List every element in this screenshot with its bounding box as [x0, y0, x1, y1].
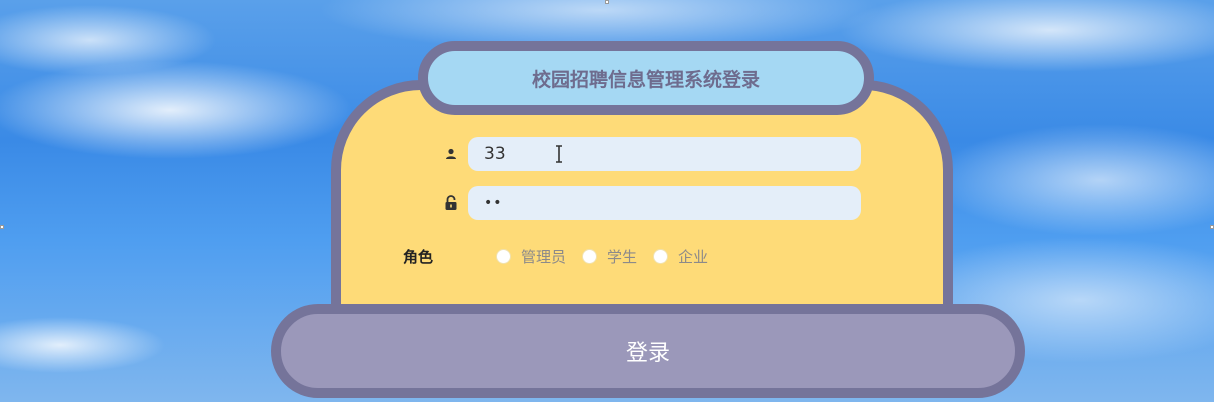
password-value: •• — [484, 195, 503, 211]
radio-button[interactable] — [582, 248, 598, 264]
role-row: 角色 管理员 学生 企业 — [403, 246, 708, 266]
selection-handle — [605, 0, 609, 4]
login-button[interactable]: 登录 — [271, 304, 1025, 398]
role-radio-group: 管理员 学生 企业 — [496, 246, 724, 267]
username-value: 33 — [484, 144, 506, 164]
password-input[interactable]: •• — [468, 186, 861, 220]
selection-handle — [0, 225, 4, 229]
role-label: 角色 — [403, 247, 434, 266]
role-option-admin[interactable]: 管理员 — [496, 246, 566, 267]
login-button-label: 登录 — [625, 341, 670, 366]
username-input[interactable]: 33 — [468, 137, 861, 171]
lock-icon — [440, 195, 462, 211]
radio-label: 学生 — [607, 247, 638, 266]
radio-label: 企业 — [678, 247, 709, 266]
user-icon — [440, 148, 462, 160]
text-cursor-icon — [556, 145, 562, 163]
selection-handle — [1210, 225, 1214, 229]
role-option-company[interactable]: 企业 — [653, 246, 708, 267]
radio-label: 管理员 — [521, 247, 567, 266]
title-banner: 校园招聘信息管理系统登录 — [418, 41, 874, 115]
password-row: •• — [440, 186, 861, 220]
radio-button[interactable] — [496, 248, 511, 264]
login-page: { "header": { "title": "校园招聘信息管理系统登录" },… — [0, 0, 1214, 402]
page-title: 校园招聘信息管理系统登录 — [531, 68, 760, 91]
radio-button[interactable] — [653, 248, 669, 264]
username-row: 33 — [440, 137, 861, 171]
role-option-student[interactable]: 学生 — [582, 246, 637, 267]
